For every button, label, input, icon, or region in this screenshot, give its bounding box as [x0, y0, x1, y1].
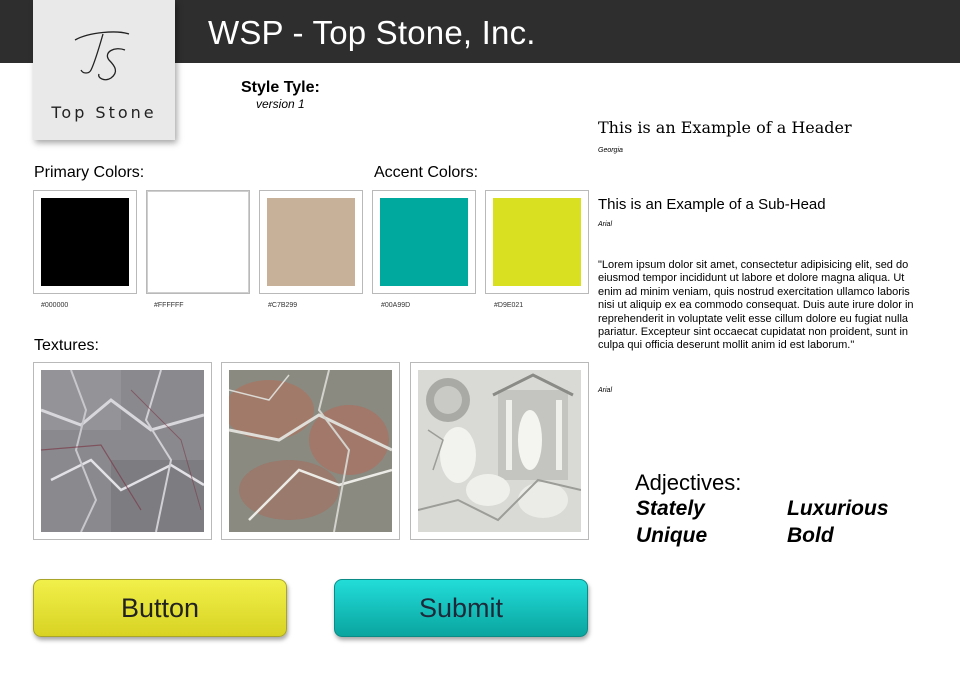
accent-colors-label: Accent Colors:	[374, 164, 479, 181]
subhead-example: This is an Example of a Sub-Head	[598, 196, 826, 213]
swatch-fill	[493, 198, 581, 286]
swatch-accent-1	[372, 190, 476, 294]
primary-button[interactable]: Button	[33, 579, 287, 637]
swatch-fill	[41, 198, 129, 286]
swatch-fill	[267, 198, 355, 286]
monogram-icon	[74, 31, 130, 81]
hex-label: #C7B299	[268, 302, 298, 309]
hex-label: #000000	[41, 302, 69, 309]
adjective: Unique	[636, 524, 708, 547]
primary-colors-label: Primary Colors:	[34, 164, 145, 181]
stone-relief-image	[418, 370, 581, 532]
texture-red-marble	[221, 362, 400, 540]
header-example: This is an Example of a Header	[598, 118, 852, 137]
page-title: WSP - Top Stone, Inc.	[208, 14, 536, 51]
textures-label: Textures:	[34, 337, 99, 354]
hex-label: #00A99D	[381, 302, 411, 309]
swatch-primary-2	[146, 190, 250, 294]
adjective: Stately	[636, 497, 705, 520]
swatch-primary-3	[259, 190, 363, 294]
hex-label: #FFFFFF	[154, 302, 184, 309]
swatch-primary-1	[33, 190, 137, 294]
texture-stone-relief	[410, 362, 589, 540]
subhead-font-label: Arial	[598, 221, 613, 228]
style-tile-title: Style Tyle:	[241, 79, 320, 96]
header-font-label: Georgia	[598, 147, 623, 154]
adjective: Luxurious	[787, 497, 889, 520]
submit-button[interactable]: Submit	[334, 579, 588, 637]
texture-grey-marble	[33, 362, 212, 540]
red-marble-image	[229, 370, 392, 532]
logo-wordmark: Top Stone	[51, 103, 157, 122]
style-tile-version: version 1	[256, 97, 305, 111]
body-text-example: "Lorem ipsum dolor sit amet, consectetur…	[598, 259, 914, 352]
adjective: Bold	[787, 524, 834, 547]
logo: Top Stone	[33, 0, 175, 140]
adjectives-label: Adjectives:	[635, 470, 742, 495]
grey-marble-image	[41, 370, 204, 532]
body-font-label: Arial	[598, 387, 613, 394]
swatch-fill	[147, 191, 249, 293]
swatch-fill	[380, 198, 468, 286]
hex-label: #D9E021	[494, 302, 524, 309]
swatch-accent-2	[485, 190, 589, 294]
